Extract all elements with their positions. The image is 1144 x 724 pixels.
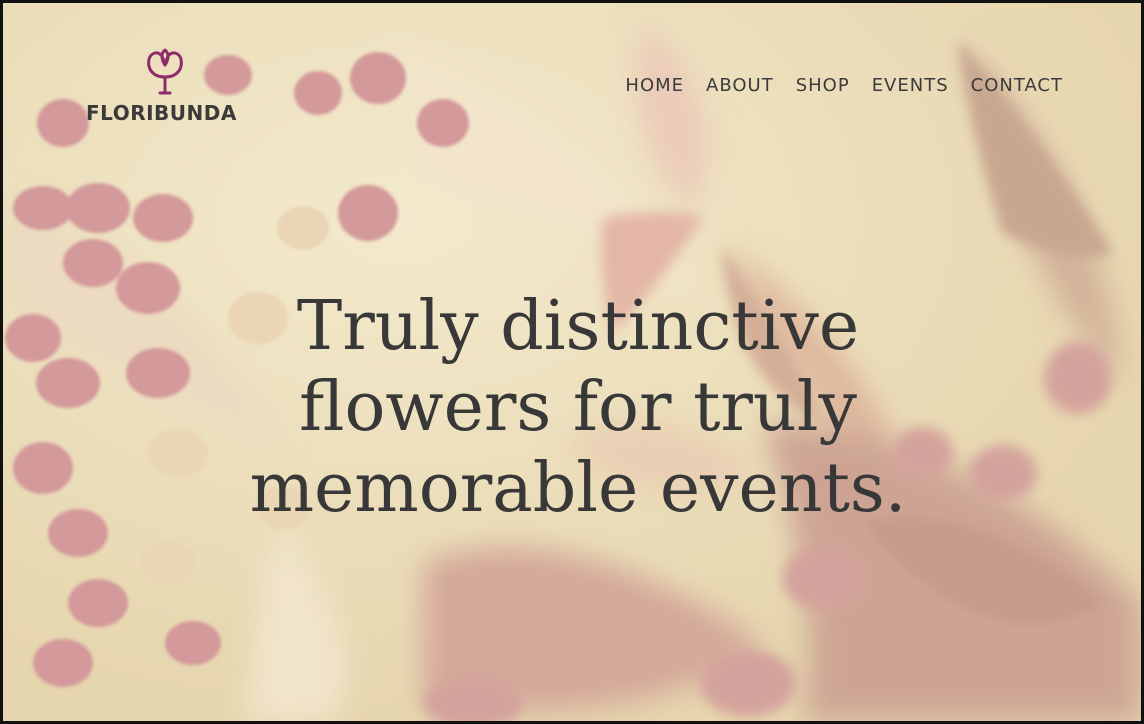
flower-bud-logo-icon — [143, 47, 187, 97]
main-nav: HOME ABOUT SHOP EVENTS CONTACT — [625, 75, 1063, 96]
nav-item-shop[interactable]: SHOP — [796, 75, 850, 96]
nav-item-about[interactable]: ABOUT — [706, 75, 774, 96]
nav-item-events[interactable]: EVENTS — [872, 75, 949, 96]
brand-logo-link[interactable]: FLORIBUNDA — [81, 47, 251, 129]
nav-item-contact[interactable]: CONTACT — [971, 75, 1063, 96]
site-header: FLORIBUNDA HOME ABOUT SHOP EVENTS CONTAC… — [3, 3, 1141, 143]
nav-item-home[interactable]: HOME — [625, 75, 684, 96]
brand-name: FLORIBUNDA — [86, 101, 237, 125]
hero-headline: Truly distinctive flowers for truly memo… — [249, 287, 907, 528]
page-frame: FLORIBUNDA HOME ABOUT SHOP EVENTS CONTAC… — [0, 0, 1144, 724]
